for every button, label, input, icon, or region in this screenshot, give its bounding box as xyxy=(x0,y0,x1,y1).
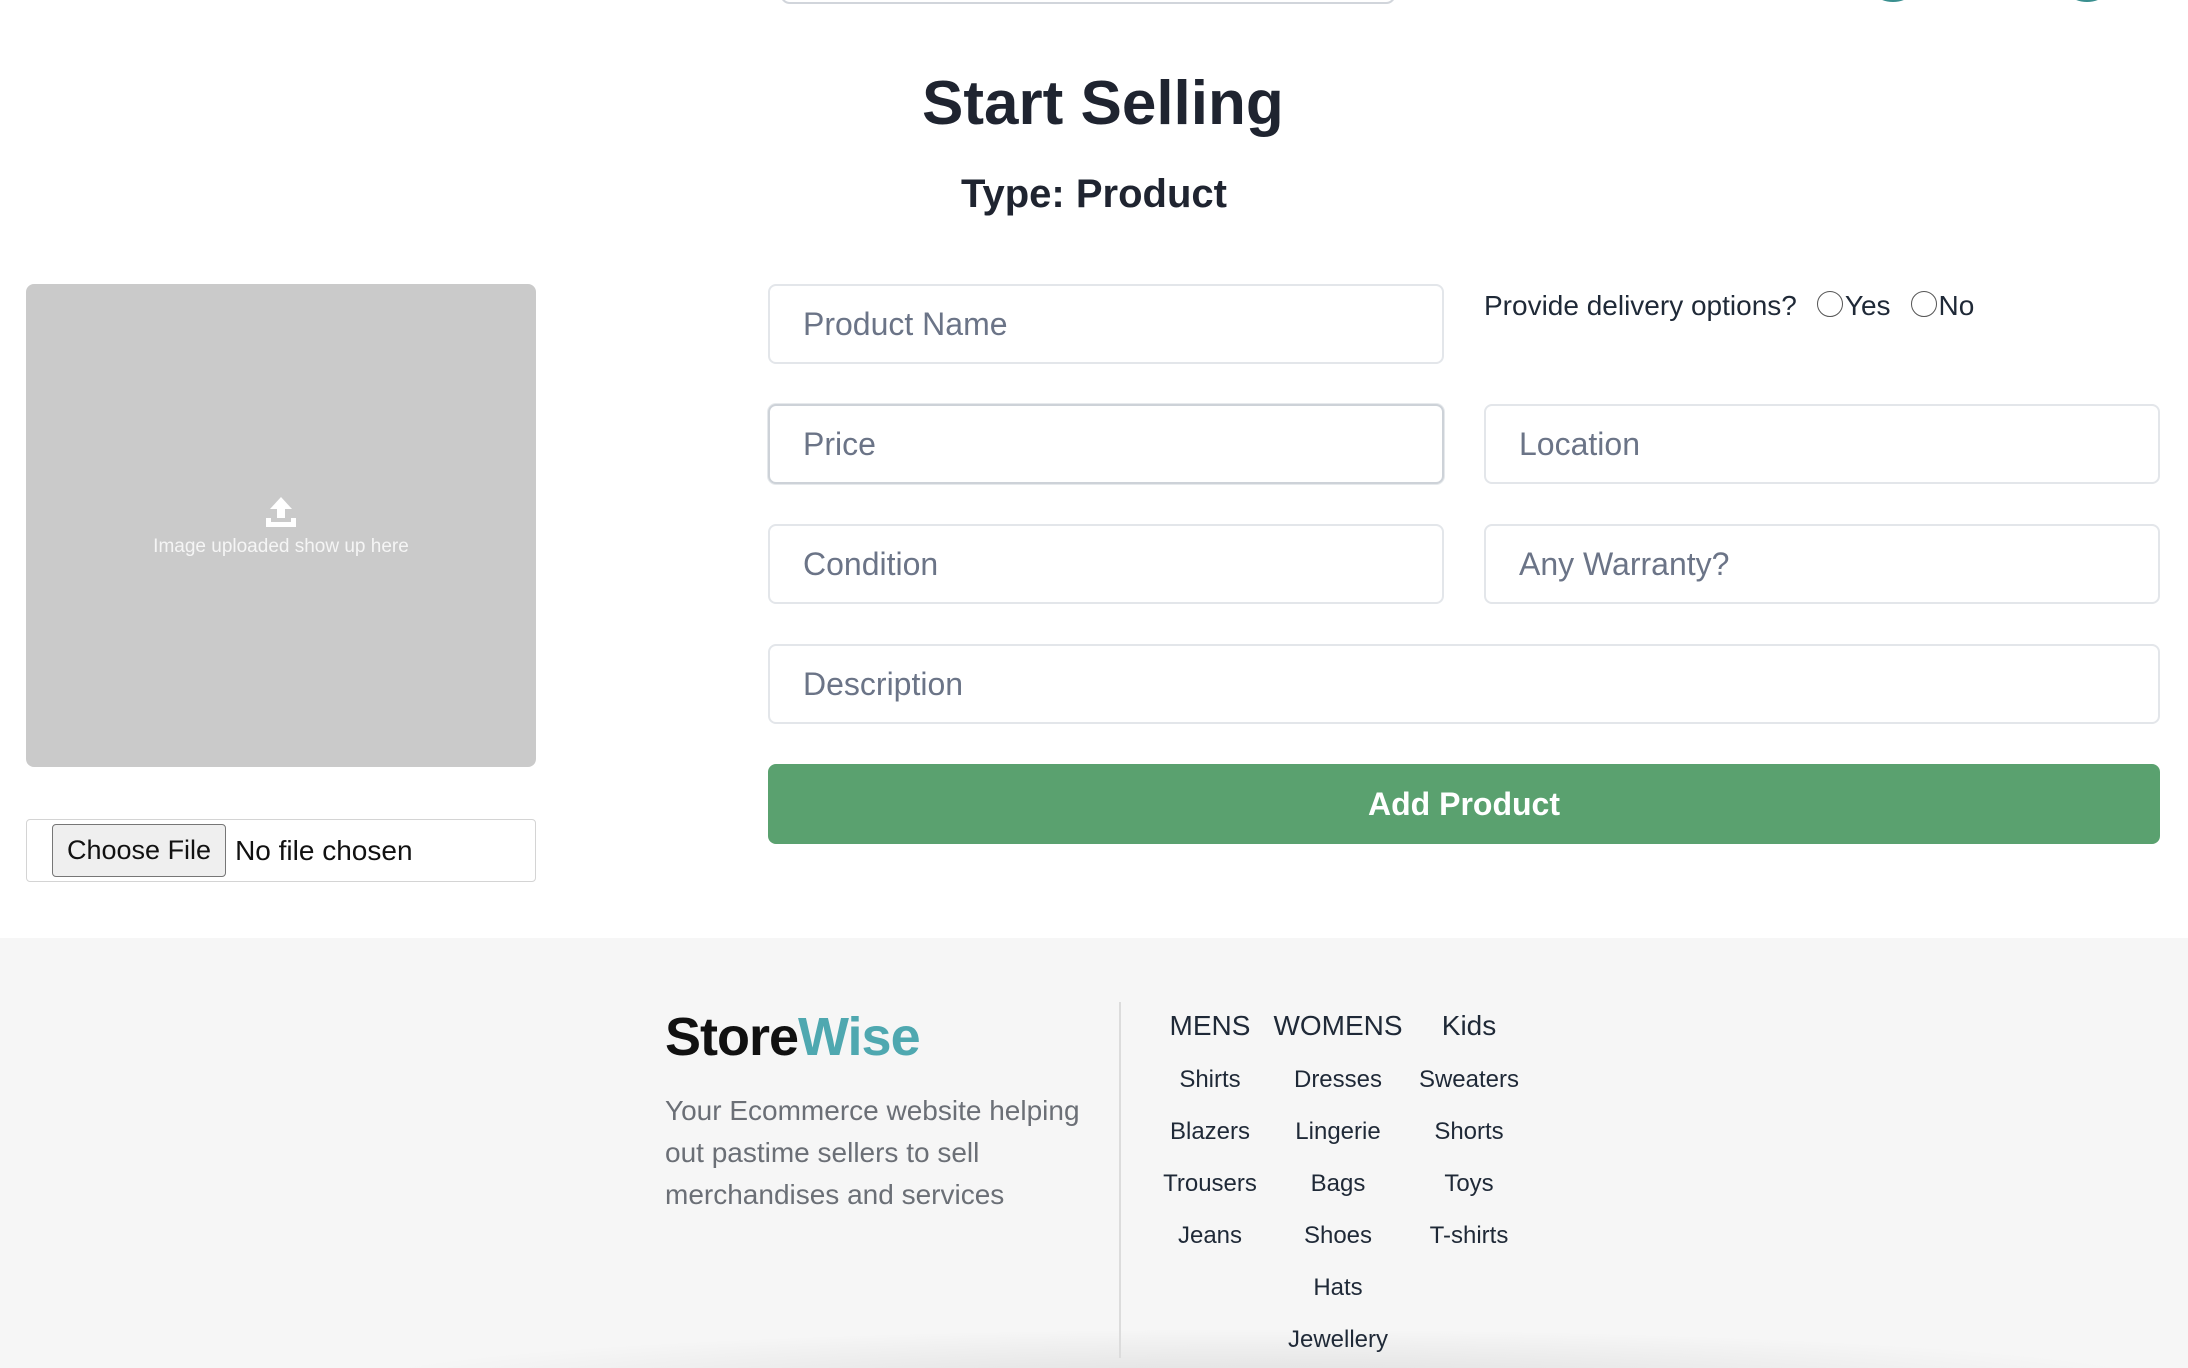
footer-brand-description: Your Ecommerce website helping out pasti… xyxy=(665,1095,1080,1210)
delivery-yes-label[interactable]: Yes xyxy=(1845,290,1891,322)
brand-name-part2: Wise xyxy=(798,1007,921,1067)
image-preview: Image uploaded show up here xyxy=(26,284,536,767)
footer-link[interactable]: Sweaters xyxy=(1410,1054,1528,1106)
footer-link[interactable]: Jewellery xyxy=(1270,1314,1406,1366)
product-name-placeholder: Product Name xyxy=(803,305,1008,342)
footer-column-womens: WOMENS Dresses Lingerie Bags Shoes Hats … xyxy=(1270,1006,1406,1366)
warranty-placeholder: Any Warranty? xyxy=(1519,545,1730,582)
condition-placeholder: Condition xyxy=(803,545,939,582)
page-title: Start Selling xyxy=(922,69,1284,138)
file-status: No file chosen xyxy=(235,834,413,866)
delivery-no-radio[interactable] xyxy=(1910,291,1937,317)
location-placeholder: Location xyxy=(1519,425,1640,462)
footer-link[interactable]: Shoes xyxy=(1270,1210,1406,1262)
footer-column-heading[interactable]: Kids xyxy=(1410,1006,1528,1046)
brand-name-part1: Store xyxy=(665,1007,799,1067)
description-placeholder: Description xyxy=(803,665,964,702)
footer-link[interactable]: Toys xyxy=(1410,1158,1528,1210)
footer-link[interactable]: T-shirts xyxy=(1410,1210,1528,1262)
footer-shadow xyxy=(320,1328,2188,1368)
header-cart-button[interactable] xyxy=(2058,0,2116,2)
footer-column-heading[interactable]: MENS xyxy=(1158,1006,1262,1046)
footer-link[interactable]: Trousers xyxy=(1158,1158,1262,1210)
page: Start Selling Type: Product Image upload… xyxy=(0,0,2188,1368)
footer-column-mens: MENS Shirts Blazers Trousers Jeans xyxy=(1158,1006,1262,1262)
product-name-input[interactable]: Product Name xyxy=(768,284,1444,364)
footer-brand-logo[interactable]: StoreWise xyxy=(665,1006,921,1068)
footer-link[interactable]: Dresses xyxy=(1270,1054,1406,1106)
footer-link[interactable]: Shirts xyxy=(1158,1054,1262,1106)
description-input[interactable]: Description xyxy=(768,644,2160,724)
delivery-no-label[interactable]: No xyxy=(1939,290,1975,322)
footer-link[interactable]: Shorts xyxy=(1410,1106,1528,1158)
footer-link[interactable]: Blazers xyxy=(1158,1106,1262,1158)
footer xyxy=(0,938,2188,1368)
price-placeholder: Price xyxy=(803,425,876,462)
header-avatar-button[interactable] xyxy=(1864,0,1922,2)
footer-link[interactable]: Jeans xyxy=(1158,1210,1262,1262)
warranty-input[interactable]: Any Warranty? xyxy=(1484,524,2160,604)
footer-link[interactable]: Hats xyxy=(1270,1262,1406,1314)
footer-link[interactable]: Bags xyxy=(1270,1158,1406,1210)
location-input[interactable]: Location xyxy=(1484,404,2160,484)
delivery-options: Provide delivery options? Yes No xyxy=(1484,286,1974,326)
page-subtitle: Type: Product xyxy=(961,172,1227,216)
choose-file-button[interactable]: Choose File xyxy=(52,824,227,877)
footer-link[interactable]: Lingerie xyxy=(1270,1106,1406,1158)
price-input[interactable]: Price xyxy=(768,404,1444,484)
delivery-yes-option[interactable]: Yes xyxy=(1816,290,1891,322)
file-input[interactable]: Choose File No file chosen xyxy=(26,819,536,882)
footer-column-kids: Kids Sweaters Shorts Toys T-shirts xyxy=(1410,1006,1528,1262)
add-product-button[interactable]: Add Product xyxy=(768,764,2160,844)
image-preview-text: Image uploaded show up here xyxy=(153,535,409,557)
footer-column-heading[interactable]: WOMENS xyxy=(1270,1006,1406,1046)
delivery-question-label: Provide delivery options? xyxy=(1484,290,1797,321)
header-search-input[interactable] xyxy=(780,0,1396,4)
condition-input[interactable]: Condition xyxy=(768,524,1444,604)
footer-divider xyxy=(1119,1002,1121,1358)
delivery-yes-radio[interactable] xyxy=(1816,291,1843,317)
delivery-no-option[interactable]: No xyxy=(1910,290,1975,322)
upload-icon xyxy=(266,496,296,527)
